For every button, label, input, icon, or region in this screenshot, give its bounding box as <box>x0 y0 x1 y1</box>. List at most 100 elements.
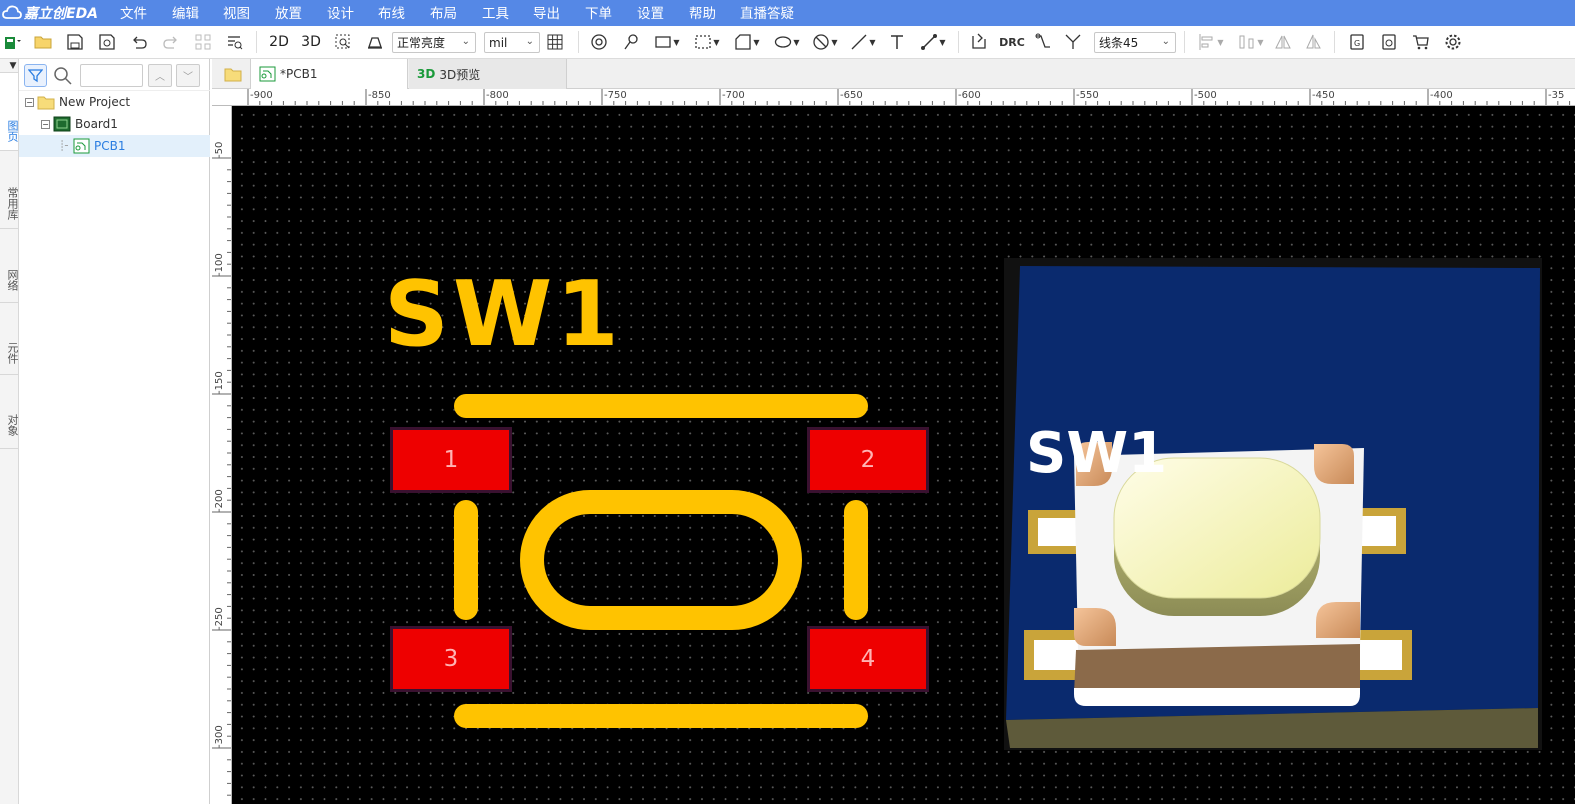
tree-item-pcb[interactable]: ┊╴ PCB1 <box>19 135 210 157</box>
tab-3d-preview[interactable]: 3D 3D预览 <box>409 59 567 89</box>
distribute-button[interactable]: ▼ <box>1234 30 1268 54</box>
pad-2[interactable]: 2 <box>807 427 929 493</box>
grid-select-button[interactable] <box>192 30 214 54</box>
pcb-canvas[interactable]: SW1 1 2 3 4 SW1 <box>232 106 1575 804</box>
search-icon[interactable] <box>53 66 73 86</box>
tree-item-project[interactable]: − New Project <box>19 91 210 113</box>
bom-button[interactable] <box>1378 30 1400 54</box>
tab-pcb1[interactable]: *PCB1 <box>250 59 408 89</box>
single-route-button[interactable] <box>1032 30 1054 54</box>
gear-icon <box>1445 34 1461 50</box>
save-as-button[interactable] <box>96 30 118 54</box>
route-mode-select[interactable]: 线条45 ⌄ <box>1094 32 1176 53</box>
menu-tools[interactable]: 工具 <box>482 2 509 22</box>
open-folder-tab-button[interactable] <box>216 59 250 89</box>
tree-search-input[interactable] <box>80 64 143 87</box>
tab-common-library[interactable]: 常用库 <box>0 151 19 229</box>
caret-down-icon: ▼ <box>869 37 876 47</box>
document-tabs: *PCB1 3D 3D预览 <box>212 59 1575 89</box>
pad-4[interactable]: 4 <box>807 626 929 692</box>
menu-view[interactable]: 视图 <box>223 2 250 22</box>
chevron-down-icon: ⌄ <box>461 36 470 47</box>
menu-route[interactable]: 布线 <box>378 2 405 22</box>
menu-settings[interactable]: 设置 <box>637 2 664 22</box>
pad-3[interactable]: 3 <box>390 626 512 692</box>
tab-pages[interactable]: 图页 <box>0 73 19 151</box>
rectangle-tool-button[interactable]: ▼ <box>650 30 684 54</box>
line-tool-button[interactable]: ▼ <box>846 30 880 54</box>
undo-button[interactable] <box>128 30 150 54</box>
tab-components[interactable]: 元件 <box>0 303 19 375</box>
menu-help[interactable]: 帮助 <box>689 2 716 22</box>
order-pcb-button[interactable] <box>1410 30 1432 54</box>
caret-down-icon: ▼ <box>939 37 946 47</box>
ellipse-tool-button[interactable]: ▼ <box>770 30 804 54</box>
zoom-fit-button[interactable] <box>332 30 354 54</box>
toolbar: 2D 3D 正常亮度 ⌄ mil ⌄ ▼ ▼ ▼ ▼ ▼ ▼ ▼ DRC 线条4… <box>0 26 1575 59</box>
ruler-label: -650 <box>840 90 863 101</box>
tree-item-board[interactable]: − Board1 <box>19 113 210 135</box>
pad-1[interactable]: 1 <box>390 427 512 493</box>
menu-export[interactable]: 导出 <box>533 2 560 22</box>
menu-place[interactable]: 放置 <box>275 2 302 22</box>
collapse-icon[interactable]: − <box>25 97 34 107</box>
tab-nets[interactable]: 网络 <box>0 229 19 303</box>
settings-button[interactable] <box>1442 30 1464 54</box>
3d-model-preview[interactable]: SW1 <box>1004 258 1542 750</box>
unit-select-value: mil <box>489 35 508 50</box>
property-list-button[interactable] <box>224 30 246 54</box>
drc-button[interactable]: DRC <box>998 30 1026 54</box>
pin-panel-icon[interactable]: ▼ <box>0 59 18 73</box>
list-search-icon <box>228 36 243 50</box>
gerber-file-icon: G <box>1350 34 1364 50</box>
grid-toggle-button[interactable] <box>544 30 566 54</box>
brightness-select[interactable]: 正常亮度 ⌄ <box>392 32 476 53</box>
view-2d-button[interactable]: 2D <box>266 30 292 54</box>
region-tool-button[interactable]: ▼ <box>690 30 724 54</box>
reference-designator[interactable]: SW1 <box>384 270 623 360</box>
caret-down-icon: ▼ <box>673 37 680 47</box>
silk-button-outline <box>520 490 802 630</box>
flip-vertical-button[interactable] <box>1302 30 1324 54</box>
circle-tool-button[interactable]: ▼ <box>808 30 842 54</box>
gerber-button[interactable]: G <box>1346 30 1368 54</box>
menu-design[interactable]: 设计 <box>327 2 354 22</box>
align-left-button[interactable]: ▼ <box>1194 30 1228 54</box>
flip-horizontal-button[interactable] <box>1272 30 1294 54</box>
menu-edit[interactable]: 编辑 <box>172 2 199 22</box>
pad-number: 3 <box>443 646 459 672</box>
caret-down-icon: ▼ <box>1257 37 1264 47</box>
search-prev-button[interactable]: ︿ <box>148 64 172 87</box>
rotate-button[interactable] <box>968 30 990 54</box>
view-3d-button[interactable]: 3D <box>298 30 324 54</box>
menu-order[interactable]: 下单 <box>585 2 612 22</box>
open-folder-button[interactable] <box>32 30 54 54</box>
dimension-tool-button[interactable]: ▼ <box>916 30 950 54</box>
via-tool-button[interactable] <box>588 30 610 54</box>
brightness-toggle-button[interactable] <box>364 30 386 54</box>
text-tool-button[interactable] <box>886 30 908 54</box>
tab-objects[interactable]: 对象 <box>0 375 19 449</box>
redo-button[interactable] <box>160 30 182 54</box>
filter-button[interactable] <box>24 64 47 87</box>
unit-select[interactable]: mil ⌄ <box>484 32 540 53</box>
pcb-document-icon <box>73 138 90 154</box>
board-outline-button[interactable]: ▼ <box>730 30 764 54</box>
flip-horizontal-icon <box>1275 35 1291 49</box>
tree-label-board: Board1 <box>75 117 118 131</box>
app-name: 嘉立创EDA <box>24 6 99 22</box>
angle-route-icon <box>1065 34 1081 49</box>
search-next-button[interactable]: ﹀ <box>176 64 200 87</box>
project-panel: ︿ ﹀ − New Project − Board1 ┊╴ PCB1 <box>19 59 210 804</box>
menu-layout[interactable]: 布局 <box>430 2 457 22</box>
pad-number: 1 <box>443 447 459 473</box>
menu-file[interactable]: 文件 <box>120 2 147 22</box>
route-45-button[interactable] <box>1062 30 1084 54</box>
new-document-button[interactable] <box>0 30 26 54</box>
collapse-icon[interactable]: − <box>41 119 50 129</box>
track-node-button[interactable] <box>620 30 642 54</box>
save-button[interactable] <box>64 30 86 54</box>
no-entry-circle-icon <box>813 34 830 50</box>
menu-live-qa[interactable]: 直播答疑 <box>740 2 794 22</box>
flip-vertical-icon <box>1306 34 1321 49</box>
